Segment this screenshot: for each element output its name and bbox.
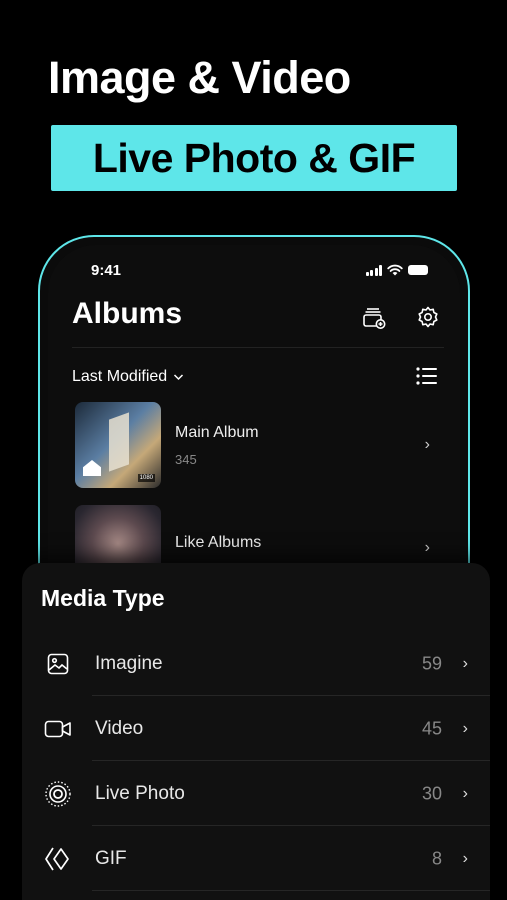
- media-type-sheet: Media Type Imagine 59 › Video 45 › Live …: [22, 563, 490, 900]
- media-count: 30: [421, 783, 442, 803]
- media-label: Video: [95, 717, 144, 739]
- chevron-right-icon: ›: [462, 849, 468, 867]
- list-view-icon[interactable]: [414, 363, 440, 389]
- page-title: Albums: [72, 297, 183, 330]
- sort-dropdown[interactable]: Last Modified: [72, 368, 184, 386]
- media-label: GIF: [95, 847, 127, 869]
- sort-label: Last Modified: [72, 368, 168, 385]
- media-label: Imagine: [95, 652, 163, 674]
- media-row-gif[interactable]: GIF 8 ›: [22, 826, 490, 891]
- media-count: 59: [421, 653, 442, 673]
- album-thumbnail: 1080: [75, 402, 161, 488]
- battery-icon: [408, 265, 428, 275]
- album-row-main[interactable]: 1080 Main Album 345 ›: [75, 402, 440, 488]
- media-row-video[interactable]: Video 45 ›: [22, 696, 490, 761]
- sheet-title: Media Type: [41, 585, 165, 611]
- signal-icon: [365, 264, 382, 276]
- status-time: 9:41: [91, 262, 122, 279]
- media-count: 45: [421, 718, 442, 738]
- headline: Image & Video: [48, 52, 351, 103]
- gear-icon[interactable]: [414, 303, 442, 331]
- video-icon: [44, 715, 72, 743]
- divider: [72, 347, 444, 348]
- media-count: 8: [431, 848, 442, 868]
- album-name: Main Album: [175, 423, 259, 441]
- add-album-icon[interactable]: [360, 303, 388, 331]
- media-row-live-photo[interactable]: Live Photo 30 ›: [22, 761, 490, 826]
- media-label: Live Photo: [95, 782, 185, 804]
- chevron-right-icon: ›: [424, 436, 430, 453]
- chevron-right-icon: ›: [462, 719, 468, 737]
- album-name: Like Albums: [175, 534, 262, 551]
- chevron-down-icon: [174, 374, 184, 381]
- highlight-banner: Live Photo & GIF: [51, 125, 457, 191]
- status-icons: [365, 264, 428, 276]
- chevron-right-icon: ›: [462, 654, 468, 672]
- album-count: 345: [175, 451, 197, 467]
- image-icon: [44, 650, 72, 678]
- chevron-right-icon: ›: [462, 784, 468, 802]
- chevron-right-icon: ›: [424, 539, 430, 556]
- highlight-text: Live Photo & GIF: [92, 134, 416, 181]
- live-photo-icon: [44, 780, 72, 808]
- gif-icon: [44, 845, 72, 873]
- media-row-image[interactable]: Imagine 59 ›: [22, 631, 490, 696]
- wifi-icon: [387, 264, 403, 276]
